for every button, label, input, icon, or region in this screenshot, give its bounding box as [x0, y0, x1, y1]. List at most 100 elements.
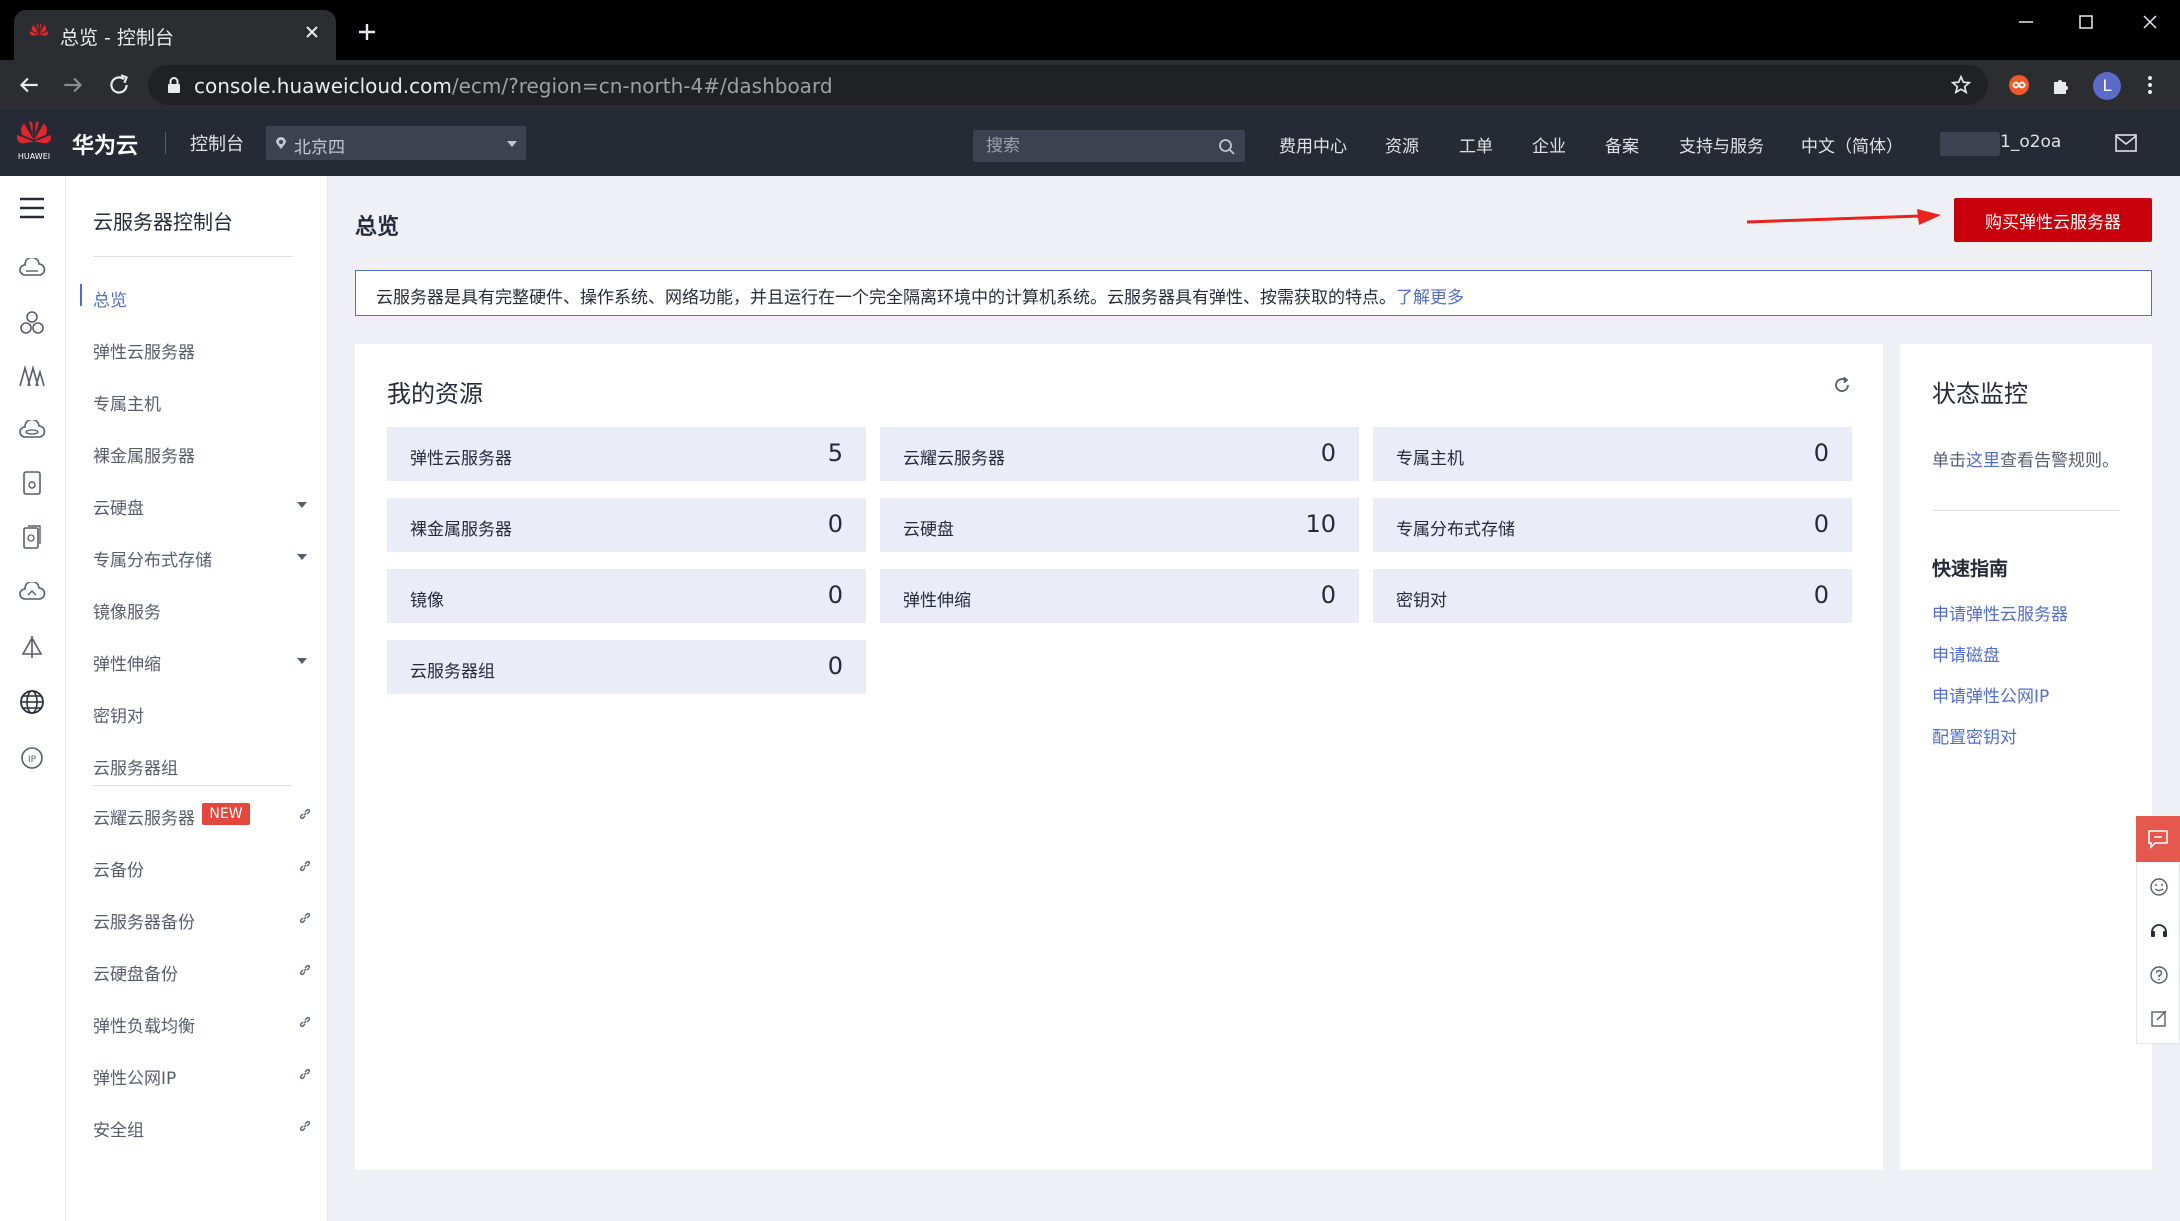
- feedback-button[interactable]: [2136, 816, 2180, 862]
- sidebar-item-ims[interactable]: 镜像服务: [93, 598, 161, 623]
- resource-tile-bare-metal[interactable]: 裸金属服务器 0: [387, 498, 866, 552]
- resource-tile-auto-scaling[interactable]: 弹性伸缩 0: [880, 569, 1359, 623]
- sidebar-item-auto-scaling[interactable]: 弹性伸缩: [93, 650, 161, 675]
- cloud-sync-icon[interactable]: [18, 582, 46, 602]
- ip-icon[interactable]: IP: [18, 744, 46, 772]
- nav-tickets[interactable]: 工单: [1459, 132, 1493, 157]
- window-close-icon[interactable]: [2140, 12, 2160, 32]
- deploy-icon[interactable]: [18, 634, 46, 660]
- huawei-logo[interactable]: HUAWEI: [14, 120, 54, 161]
- sidebar-item-elb[interactable]: 弹性负载均衡: [93, 1012, 195, 1037]
- status-monitor-card: 状态监控 单击这里查看告警规则。 快速指南 申请弹性云服务器 申请磁盘 申请弹性…: [1900, 344, 2152, 1170]
- disk-icon[interactable]: [18, 470, 46, 496]
- cloud-server-icon[interactable]: [18, 258, 46, 278]
- resource-tile-dedicated-host[interactable]: 专属主机 0: [1373, 427, 1852, 481]
- nav-language[interactable]: 中文（简体）: [1801, 132, 1903, 157]
- resource-tile-ecs[interactable]: 弹性云服务器 5: [387, 427, 866, 481]
- nav-billing[interactable]: 费用中心: [1279, 132, 1347, 157]
- refresh-icon[interactable]: [1833, 376, 1851, 394]
- nav-resources[interactable]: 资源: [1385, 132, 1419, 157]
- maximize-icon[interactable]: [2076, 12, 2096, 32]
- guide-link-key-pair[interactable]: 配置密钥对: [1932, 723, 2017, 748]
- browser-tab[interactable]: 总览 - 控制台: [14, 10, 336, 60]
- resource-tile-hecs[interactable]: 云耀云服务器 0: [880, 427, 1359, 481]
- sidebar-item-security-group[interactable]: 安全组: [93, 1116, 144, 1141]
- extension-orange-icon[interactable]: [2007, 73, 2031, 97]
- nav-enterprise[interactable]: 企业: [1532, 132, 1566, 157]
- backup-icon[interactable]: [18, 524, 46, 550]
- sidebar-item-server-group[interactable]: 云服务器组: [93, 754, 178, 779]
- console-header: HUAWEI 华为云 控制台 北京四 费用中心 资源 工单 企业 备案 支持与服…: [0, 110, 2180, 176]
- external-link-icon[interactable]: [299, 860, 311, 872]
- reload-icon[interactable]: [106, 72, 132, 98]
- alarm-rules-link[interactable]: 这里: [1966, 451, 2000, 471]
- region-select[interactable]: 北京四: [266, 126, 526, 160]
- resource-tile-dss[interactable]: 专属分布式存储 0: [1373, 498, 1852, 552]
- network-wave-icon[interactable]: [18, 364, 46, 388]
- sidebar-item-disk-backup[interactable]: 云硬盘备份: [93, 960, 178, 985]
- hamburger-menu-icon[interactable]: [18, 196, 46, 220]
- storage-cloud-icon[interactable]: [18, 420, 46, 440]
- sidebar-item-dedicated-host[interactable]: 专属主机: [93, 390, 161, 415]
- user-account[interactable]: 1_o2oa: [1940, 130, 2061, 158]
- chevron-down-icon[interactable]: [296, 501, 308, 509]
- sidebar-item-cbr[interactable]: 云备份: [93, 856, 144, 881]
- resource-tile-evs[interactable]: 云硬盘 10: [880, 498, 1359, 552]
- cluster-icon[interactable]: [18, 310, 46, 336]
- edit-note-icon[interactable]: [2149, 1009, 2169, 1029]
- guide-link-eip[interactable]: 申请弹性公网IP: [1932, 682, 2049, 707]
- external-link-icon[interactable]: [299, 1120, 311, 1132]
- url-field[interactable]: console.huaweicloud.com/ecm/?region=cn-n…: [148, 65, 1988, 105]
- extensions-puzzle-icon[interactable]: [2050, 73, 2074, 97]
- mail-icon[interactable]: [2115, 134, 2137, 152]
- search-icon[interactable]: [1218, 138, 1236, 156]
- profile-avatar[interactable]: L: [2093, 72, 2121, 100]
- sidebar-item-dss[interactable]: 专属分布式存储: [93, 546, 212, 571]
- sidebar-item-eip[interactable]: 弹性公网IP: [93, 1064, 176, 1089]
- minimize-icon[interactable]: [2016, 12, 2036, 32]
- notice-text: 云服务器是具有完整硬件、操作系统、网络功能，并且运行在一个完全隔离环境中的计算机…: [376, 288, 1464, 308]
- sidebar-item-server-backup[interactable]: 云服务器备份: [93, 908, 195, 933]
- nav-filing[interactable]: 备案: [1605, 132, 1639, 157]
- guide-link-ecs[interactable]: 申请弹性云服务器: [1932, 600, 2068, 625]
- resource-tile-image[interactable]: 镜像 0: [387, 569, 866, 623]
- header-search-input[interactable]: [973, 130, 1245, 162]
- sidebar-item-hecs[interactable]: 云耀云服务器: [93, 804, 195, 829]
- resource-label: 云服务器组: [410, 662, 495, 682]
- tab-close-icon[interactable]: [302, 22, 322, 42]
- forward-icon[interactable]: [60, 72, 86, 98]
- help-icon[interactable]: [2149, 965, 2169, 985]
- browser-menu-icon[interactable]: [2140, 73, 2160, 97]
- new-tab-icon[interactable]: [355, 20, 379, 44]
- resource-tile-server-group[interactable]: 云服务器组 0: [387, 640, 866, 694]
- browser-tab-strip: 总览 - 控制台: [0, 0, 2180, 60]
- console-link[interactable]: 控制台: [190, 130, 244, 156]
- buy-ecs-button[interactable]: 购买弹性云服务器: [1954, 198, 2152, 242]
- nav-support[interactable]: 支持与服务: [1679, 132, 1764, 157]
- my-resources-card: 我的资源 弹性云服务器 5 云耀云服务器 0 专属主机 0 裸金属服务器 0 云…: [355, 344, 1883, 1170]
- resource-count: 0: [1813, 510, 1829, 538]
- headset-icon[interactable]: [2149, 921, 2169, 941]
- brand-name[interactable]: 华为云: [72, 128, 138, 160]
- tab-title: 总览 - 控制台: [60, 27, 174, 49]
- sidebar-item-bare-metal[interactable]: 裸金属服务器: [93, 442, 195, 467]
- resource-label: 专属主机: [1396, 449, 1464, 469]
- external-link-icon[interactable]: [299, 912, 311, 924]
- external-link-icon[interactable]: [299, 964, 311, 976]
- sidebar-item-overview[interactable]: 总览: [93, 286, 127, 311]
- chevron-down-icon[interactable]: [296, 553, 308, 561]
- external-link-icon[interactable]: [299, 1016, 311, 1028]
- back-icon[interactable]: [16, 72, 42, 98]
- external-link-icon[interactable]: [299, 1068, 311, 1080]
- chevron-down-icon[interactable]: [296, 657, 308, 665]
- sidebar-item-key-pair[interactable]: 密钥对: [93, 702, 144, 727]
- smile-icon[interactable]: [2149, 877, 2169, 897]
- resource-tile-key-pair[interactable]: 密钥对 0: [1373, 569, 1852, 623]
- guide-link-disk[interactable]: 申请磁盘: [1932, 641, 2000, 666]
- globe-icon[interactable]: [18, 688, 46, 716]
- bookmark-star-icon[interactable]: [1950, 74, 1972, 96]
- sidebar-item-ecs[interactable]: 弹性云服务器: [93, 338, 195, 363]
- external-link-icon[interactable]: [299, 808, 311, 820]
- learn-more-link[interactable]: 了解更多: [1396, 288, 1464, 308]
- sidebar-item-evs[interactable]: 云硬盘: [93, 494, 144, 519]
